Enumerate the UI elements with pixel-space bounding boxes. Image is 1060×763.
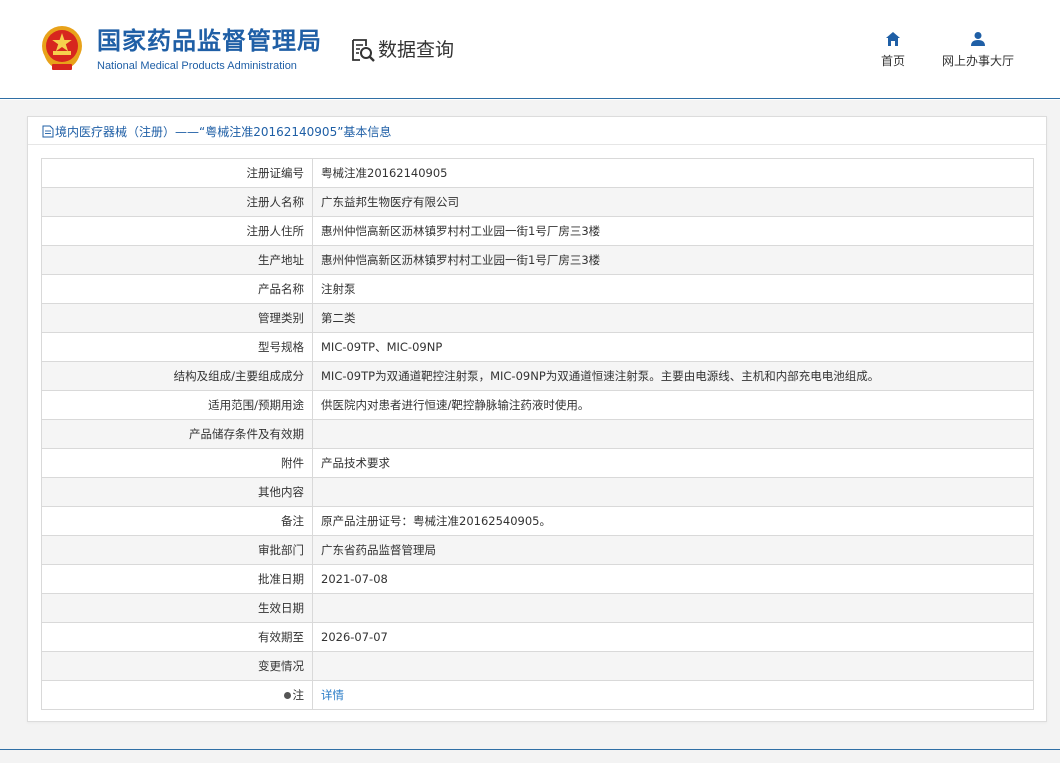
table-row: 注册人住所 惠州仲恺高新区沥林镇罗村村工业园一街1号厂房三3楼 — [41, 216, 1034, 246]
row-label: 注册人名称 — [41, 187, 313, 217]
row-label: 生效日期 — [41, 593, 313, 623]
row-label: 审批部门 — [41, 535, 313, 565]
row-label: 备注 — [41, 506, 313, 536]
table-row: 备注 原产品注册证号：粤械注准20162540905。 — [41, 506, 1034, 536]
data-query-title: 数据查询 — [350, 37, 454, 63]
note-label-text: 注 — [292, 688, 305, 702]
row-label: 注册人住所 — [41, 216, 313, 246]
registration-info-table: 注册证编号 粤械注准20162140905 注册人名称 广东益邦生物医疗有限公司… — [41, 158, 1034, 710]
table-row: 生效日期 — [41, 593, 1034, 623]
table-row: 结构及组成/主要组成成分 MIC-09TP为双通道靶控注射泵，MIC-09NP为… — [41, 361, 1034, 391]
national-emblem-icon — [42, 26, 82, 70]
row-value: MIC-09TP为双通道靶控注射泵，MIC-09NP为双通道恒速注射泵。主要由电… — [312, 361, 1034, 391]
row-value: 原产品注册证号：粤械注准20162540905。 — [312, 506, 1034, 536]
note-label: 注 — [41, 680, 313, 710]
table-row: 注册证编号 粤械注准20162140905 — [41, 158, 1034, 188]
table-row: 产品储存条件及有效期 — [41, 419, 1034, 449]
row-label: 产品名称 — [41, 274, 313, 304]
row-value: 第二类 — [312, 303, 1034, 333]
detail-panel: 境内医疗器械（注册）——“粤械注准20162140905”基本信息 注册证编号 … — [27, 116, 1047, 722]
table-row: 生产地址 惠州仲恺高新区沥林镇罗村村工业园一街1号厂房三3楼 — [41, 245, 1034, 275]
nav-home-label: 首页 — [880, 54, 905, 68]
table-row: 型号规格 MIC-09TP、MIC-09NP — [41, 332, 1034, 362]
note-bullet-icon — [283, 692, 291, 699]
row-value — [312, 593, 1034, 623]
table-row: 附件 产品技术要求 — [41, 448, 1034, 478]
row-label: 适用范围/预期用途 — [41, 390, 313, 420]
table-row: 产品名称 注射泵 — [41, 274, 1034, 304]
table-row: 变更情况 — [41, 651, 1034, 681]
document-search-icon — [352, 39, 375, 62]
table-row: 有效期至 2026-07-07 — [41, 622, 1034, 652]
row-value — [312, 477, 1034, 507]
note-value: 详情 — [312, 680, 1034, 710]
row-value: 广东益邦生物医疗有限公司 — [312, 187, 1034, 217]
row-value: 2026-07-07 — [312, 622, 1034, 652]
row-label: 生产地址 — [41, 245, 313, 275]
row-value: 产品技术要求 — [312, 448, 1034, 478]
document-icon — [42, 125, 54, 137]
details-link[interactable]: 详情 — [321, 688, 344, 702]
table-row: 注册人名称 广东益邦生物医疗有限公司 — [41, 187, 1034, 217]
row-value — [312, 651, 1034, 681]
row-value — [312, 419, 1034, 449]
row-value: 惠州仲恺高新区沥林镇罗村村工业园一街1号厂房三3楼 — [312, 245, 1034, 275]
row-label: 变更情况 — [41, 651, 313, 681]
row-label: 产品储存条件及有效期 — [41, 419, 313, 449]
row-label: 结构及组成/主要组成成分 — [41, 361, 313, 391]
table-row: 适用范围/预期用途 供医院内对患者进行恒速/靶控静脉输注药液时使用。 — [41, 390, 1034, 420]
row-label: 有效期至 — [41, 622, 313, 652]
home-icon — [886, 32, 900, 46]
data-query-label: 数据查询 — [378, 39, 455, 61]
row-value: 注射泵 — [312, 274, 1034, 304]
table-row: 批准日期 2021-07-08 — [41, 564, 1034, 594]
brand-name-cn: 国家药品监督管理局 — [97, 27, 322, 55]
table-row: 注 详情 — [41, 680, 1034, 710]
table-row: 其他内容 — [41, 477, 1034, 507]
row-label: 批准日期 — [41, 564, 313, 594]
brand-name-en: National Medical Products Administration — [97, 60, 297, 72]
row-value: 2021-07-08 — [312, 564, 1034, 594]
row-label: 型号规格 — [41, 332, 313, 362]
row-value: 供医院内对患者进行恒速/靶控静脉输注药液时使用。 — [312, 390, 1034, 420]
row-label: 其他内容 — [41, 477, 313, 507]
row-value: 广东省药品监督管理局 — [312, 535, 1034, 565]
row-value: MIC-09TP、MIC-09NP — [312, 332, 1034, 362]
site-header: 国家药品监督管理局 National Medical Products Admi… — [0, 0, 1060, 99]
row-label: 管理类别 — [41, 303, 313, 333]
row-value: 粤械注准20162140905 — [312, 158, 1034, 188]
nav-online-service-hall-label: 网上办事大厅 — [941, 54, 1014, 68]
site-footer — [0, 750, 1060, 763]
row-label: 附件 — [41, 448, 313, 478]
user-icon — [971, 32, 985, 46]
panel-title: 境内医疗器械（注册）——“粤械注准20162140905”基本信息 — [42, 123, 391, 139]
table-row: 审批部门 广东省药品监督管理局 — [41, 535, 1034, 565]
panel-title-text: 境内医疗器械（注册）——“粤械注准20162140905”基本信息 — [55, 124, 392, 139]
row-label: 注册证编号 — [41, 158, 313, 188]
table-row: 管理类别 第二类 — [41, 303, 1034, 333]
panel-divider — [28, 144, 1046, 145]
row-value: 惠州仲恺高新区沥林镇罗村村工业园一街1号厂房三3楼 — [312, 216, 1034, 246]
nav-online-service-hall[interactable]: 网上办事大厅 — [938, 30, 1018, 68]
nav-home[interactable]: 首页 — [876, 30, 910, 68]
